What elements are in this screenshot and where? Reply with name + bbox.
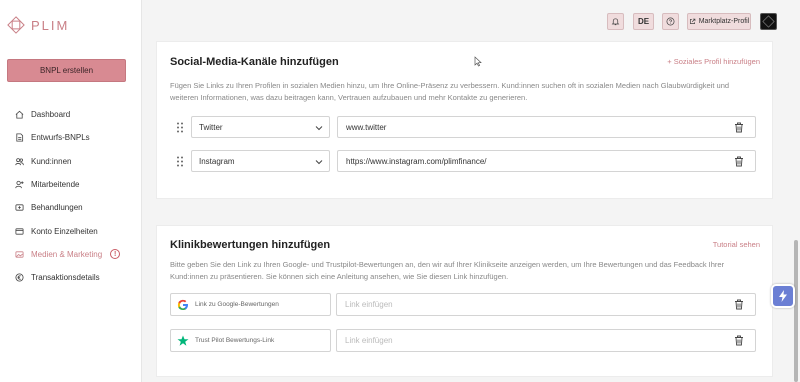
home-icon (15, 110, 24, 119)
help-button[interactable] (662, 13, 679, 30)
trustpilot-review-label: Trust Pilot Bewertungs-Link (195, 337, 275, 344)
marketplace-profile-label: Marktplatz-Profil (698, 18, 750, 25)
social-row-instagram: Instagram https://www.instagram.com/plim… (170, 150, 756, 172)
avatar-logo-icon (762, 15, 775, 28)
treatment-icon (15, 203, 24, 212)
trustpilot-review-row: Trust Pilot Bewertungs-Link Link einfüge… (170, 329, 756, 352)
tutorial-link[interactable]: Tutorial sehen (713, 240, 760, 249)
sidebar: PLIM BNPL erstellen Dashboard Entwurfs-B… (0, 0, 142, 382)
user-add-icon (15, 180, 24, 189)
drag-handle-icon[interactable] (176, 156, 184, 167)
social-url-value: www.twitter (346, 122, 387, 132)
sidebar-item-customers[interactable]: Kund:innen (0, 150, 142, 173)
google-review-input[interactable]: Link einfügen (336, 293, 756, 316)
social-media-description: Fügen Sie Links zu Ihren Profilen in soz… (170, 81, 730, 102)
users-icon (15, 157, 24, 166)
sidebar-item-label: Kund:innen (31, 156, 72, 166)
sidebar-item-label: Behandlungen (31, 203, 83, 213)
google-review-label: Link zu Google-Bewertungen (195, 301, 279, 308)
chevron-down-icon (315, 160, 323, 165)
reviews-card: Klinikbewertungen hinzufügen Tutorial se… (156, 225, 773, 377)
chevron-down-icon (315, 126, 323, 131)
social-media-card: Social-Media-Kanäle hinzufügen + Soziale… (156, 41, 773, 199)
bell-icon (611, 18, 620, 26)
drag-handle-icon[interactable] (176, 122, 184, 133)
social-media-title: Social-Media-Kanäle hinzufügen (170, 56, 339, 68)
sidebar-item-transactions[interactable]: Transaktionsdetails (0, 266, 142, 289)
sidebar-item-label: Dashboard (31, 110, 71, 120)
platform-select[interactable]: Twitter (191, 116, 330, 138)
sidebar-item-dashboard[interactable]: Dashboard (0, 103, 142, 126)
trustpilot-review-label-box: Trust Pilot Bewertungs-Link (170, 329, 331, 352)
topbar: DE Marktplatz-Profil (142, 0, 800, 40)
lightning-icon (779, 290, 787, 302)
sidebar-item-media-marketing[interactable]: Medien & Marketing ! (0, 243, 142, 266)
trash-icon[interactable] (734, 299, 744, 310)
social-url-value: https://www.instagram.com/plimfinance/ (346, 156, 487, 166)
sidebar-item-drafts[interactable]: Entwurfs-BNPLs (0, 126, 142, 149)
support-widget-button[interactable] (771, 284, 795, 308)
euro-icon (15, 273, 24, 282)
page-scrollbar[interactable] (794, 240, 798, 382)
trash-icon[interactable] (734, 122, 744, 133)
notifications-button[interactable] (607, 13, 624, 30)
social-url-input[interactable]: https://www.instagram.com/plimfinance/ (337, 150, 756, 172)
google-review-placeholder: Link einfügen (345, 300, 393, 309)
sidebar-item-label: Konto Einzelheiten (31, 226, 98, 236)
trustpilot-review-input[interactable]: Link einfügen (336, 329, 756, 352)
sidebar-item-label: Medien & Marketing (31, 249, 103, 259)
sidebar-item-treatments[interactable]: Behandlungen (0, 196, 142, 219)
marketplace-profile-button[interactable]: Marktplatz-Profil (687, 13, 751, 30)
alert-icon: ! (110, 249, 121, 260)
logo[interactable]: PLIM (7, 16, 69, 34)
sidebar-item-label: Mitarbeitende (31, 180, 80, 190)
sidebar-nav: Dashboard Entwurfs-BNPLs Kund:innen Mita… (0, 103, 142, 289)
trustpilot-review-placeholder: Link einfügen (345, 336, 393, 345)
sidebar-item-account[interactable]: Konto Einzelheiten (0, 219, 142, 242)
reviews-title: Klinikbewertungen hinzufügen (170, 239, 331, 251)
language-button[interactable]: DE (633, 13, 654, 30)
plim-logo-icon (7, 16, 25, 34)
mouse-cursor-icon (474, 56, 482, 67)
help-icon (666, 17, 675, 26)
social-row-twitter: Twitter www.twitter (170, 116, 756, 138)
external-link-icon (689, 18, 696, 24)
social-url-input[interactable]: www.twitter (337, 116, 756, 138)
logo-text: PLIM (31, 17, 70, 33)
platform-select-value: Instagram (199, 156, 235, 166)
platform-select-value: Twitter (199, 122, 223, 132)
trash-icon[interactable] (734, 156, 744, 167)
add-social-profile-link[interactable]: + Soziales Profil hinzufügen (667, 57, 760, 66)
sidebar-item-label: Transaktionsdetails (31, 273, 100, 283)
media-icon (15, 250, 24, 259)
platform-select[interactable]: Instagram (191, 150, 330, 172)
sidebar-item-staff[interactable]: Mitarbeitende (0, 173, 142, 196)
card-icon (15, 227, 24, 236)
trustpilot-star-icon (177, 335, 189, 346)
avatar[interactable] (760, 13, 777, 30)
bnpl-create-button[interactable]: BNPL erstellen (7, 59, 126, 82)
google-icon (177, 299, 188, 310)
google-review-row: Link zu Google-Bewertungen Link einfügen (170, 293, 756, 316)
google-review-label-box: Link zu Google-Bewertungen (170, 293, 331, 316)
document-icon (15, 133, 24, 142)
trash-icon[interactable] (734, 335, 744, 346)
sidebar-item-label: Entwurfs-BNPLs (31, 133, 90, 143)
reviews-description: Bitte geben Sie den Link zu Ihren Google… (170, 260, 725, 281)
